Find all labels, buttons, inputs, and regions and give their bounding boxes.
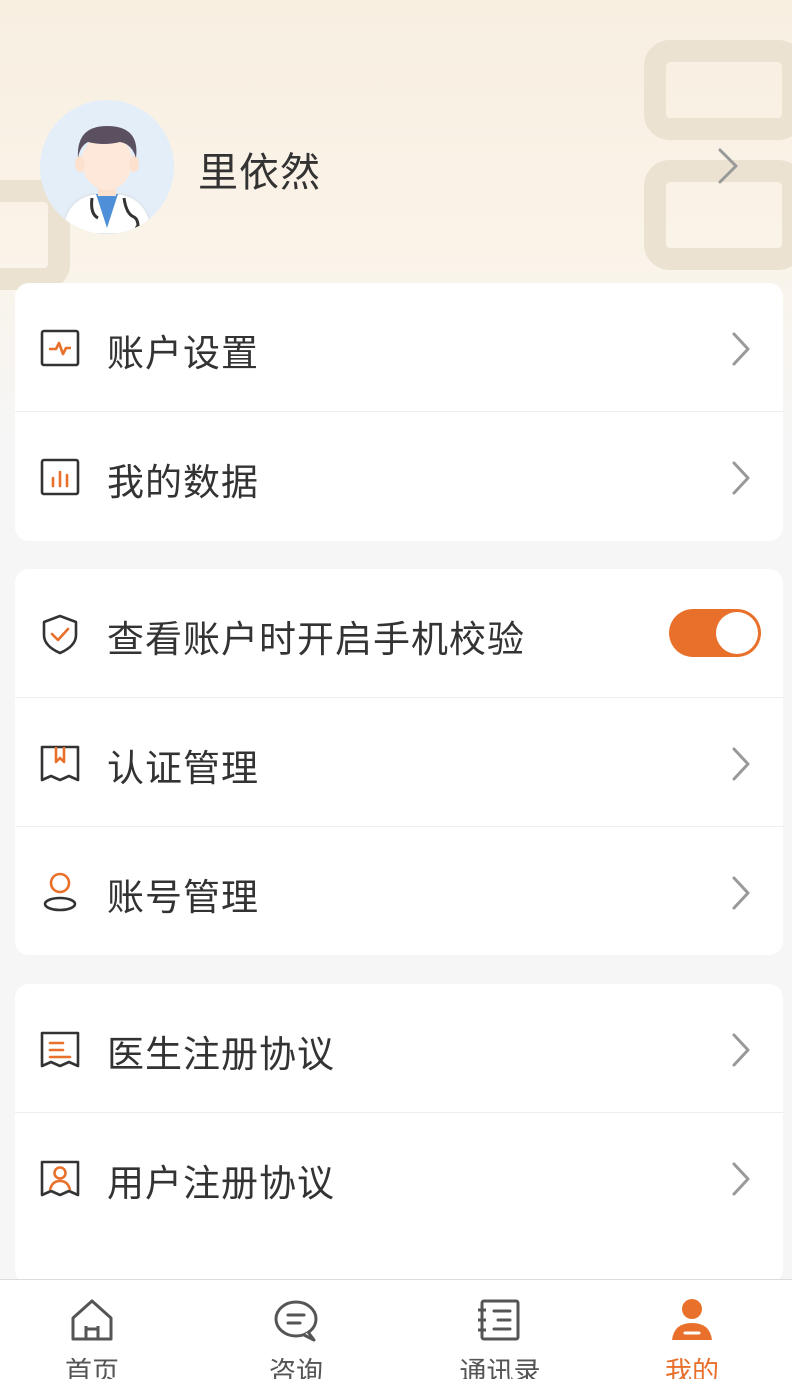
menu-item-label: 查看账户时开启手机校验 <box>107 618 525 661</box>
menu-item-label: 我的数据 <box>107 461 259 504</box>
chevron-right-icon <box>729 1032 753 1072</box>
chevron-right-icon <box>729 875 753 915</box>
chevron-right-icon <box>729 460 753 500</box>
contacts-icon <box>476 1296 524 1344</box>
profile-icon <box>668 1296 716 1344</box>
menu-item-account-settings[interactable]: 账户设置 <box>15 283 783 412</box>
document-icon <box>39 1028 81 1070</box>
menu-item-label: 认证管理 <box>107 747 259 790</box>
tab-label: 首页 <box>65 1357 119 1379</box>
avatar[interactable] <box>40 100 174 234</box>
chevron-right-icon <box>729 746 753 786</box>
menu-item-label: 医生注册协议 <box>107 1033 335 1076</box>
profile-name: 里依然 <box>198 150 321 196</box>
tab-label: 我的 <box>665 1357 719 1379</box>
menu-item-label: 账号管理 <box>107 876 259 919</box>
home-icon <box>68 1296 116 1344</box>
bottom-tab-bar: 首页 咨询 通讯录 我的 <box>0 1279 792 1379</box>
chart-line-icon <box>39 327 81 369</box>
chat-icon <box>272 1296 320 1344</box>
profile-header[interactable]: 里依然 <box>0 96 792 236</box>
chevron-right-icon <box>716 146 740 190</box>
user-icon <box>39 871 81 913</box>
tab-label: 通讯录 <box>459 1357 541 1379</box>
tab-contacts[interactable]: 通讯录 <box>408 1280 592 1379</box>
bookmark-icon <box>39 742 81 784</box>
phone-verification-toggle[interactable] <box>669 609 761 657</box>
menu-item-label: 用户注册协议 <box>107 1162 335 1205</box>
tab-profile[interactable]: 我的 <box>592 1280 792 1379</box>
bar-chart-icon <box>39 456 81 498</box>
chevron-right-icon <box>729 331 753 371</box>
tab-label: 咨询 <box>269 1357 323 1379</box>
shield-check-icon <box>39 613 81 655</box>
user-document-icon <box>39 1157 81 1199</box>
toggle-knob <box>716 612 758 654</box>
tab-consult[interactable]: 咨询 <box>184 1280 408 1379</box>
settings-card-3: 医生注册协议 用户注册协议 <box>15 984 783 1284</box>
menu-item-phone-verification: 查看账户时开启手机校验 <box>15 569 783 698</box>
menu-item-account-management[interactable]: 账号管理 <box>15 827 783 955</box>
menu-item-certification[interactable]: 认证管理 <box>15 698 783 827</box>
menu-item-user-agreement[interactable]: 用户注册协议 <box>15 1113 783 1242</box>
menu-item-my-data[interactable]: 我的数据 <box>15 412 783 541</box>
menu-item-label: 账户设置 <box>107 332 259 375</box>
menu-item-doctor-agreement[interactable]: 医生注册协议 <box>15 984 783 1113</box>
chevron-right-icon <box>729 1161 753 1201</box>
tab-home[interactable]: 首页 <box>0 1280 184 1379</box>
settings-card-2: 查看账户时开启手机校验 认证管理 账号管理 <box>15 569 783 955</box>
settings-card-1: 账户设置 我的数据 <box>15 283 783 541</box>
